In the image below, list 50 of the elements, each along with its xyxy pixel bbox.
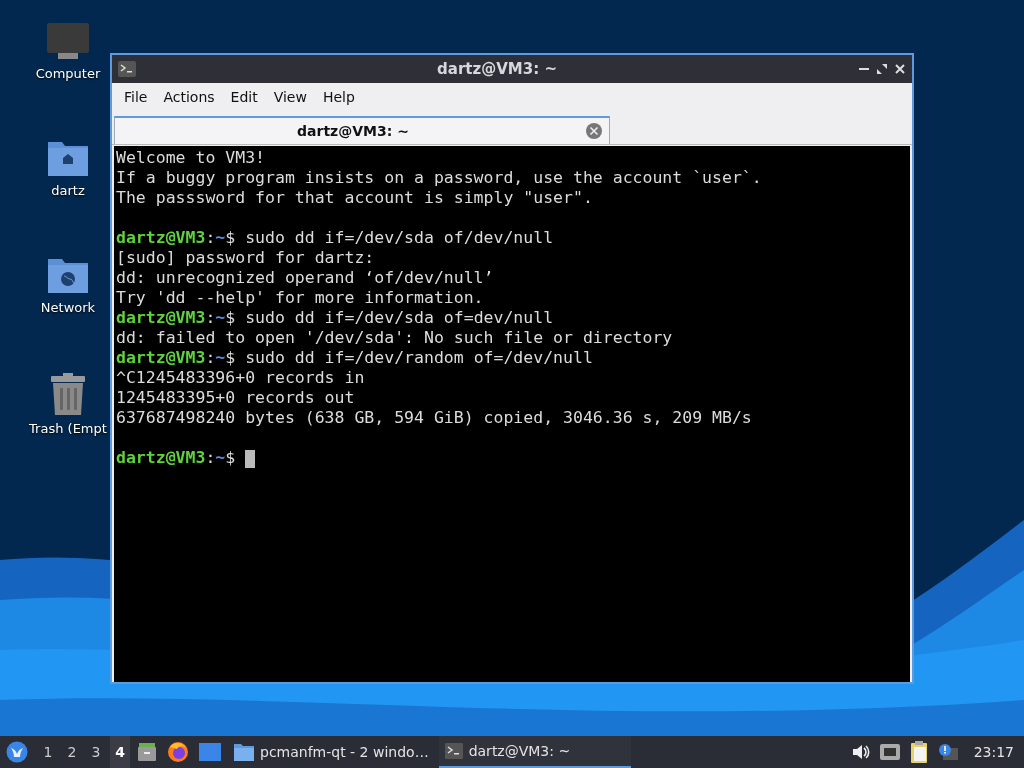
monitor-icon bbox=[46, 22, 90, 60]
trash-icon bbox=[50, 373, 86, 415]
close-icon[interactable] bbox=[894, 63, 906, 75]
desktop-icon-label[interactable]: Trash (Empt bbox=[29, 421, 107, 436]
menu-item[interactable]: Actions bbox=[155, 89, 223, 105]
terminal-line: dartz@VM3:~$ sudo dd if=/dev/sda of/dev/null bbox=[116, 228, 554, 247]
terminal-line: Welcome to VM3! bbox=[116, 148, 266, 168]
close-tab-icon[interactable] bbox=[585, 122, 603, 140]
file-cabinet-icon[interactable] bbox=[137, 742, 157, 762]
menu-item[interactable]: File bbox=[116, 89, 156, 105]
terminal-line: ^C1245483396+0 records in bbox=[116, 368, 366, 388]
folder-icon bbox=[234, 743, 254, 761]
network-folder-icon bbox=[47, 256, 89, 294]
terminal-line: dartz@VM3:~$ sudo dd if=/dev/sda of=dev/null bbox=[116, 308, 554, 327]
workspace-button[interactable]: 4 bbox=[110, 736, 130, 768]
workspace-button[interactable]: 2 bbox=[62, 736, 82, 768]
terminal-line: dartz@VM3:~$ sudo dd if=/dev/random of=/dev/null bbox=[116, 348, 593, 367]
taskbar-task-button[interactable]: dartz@VM3: ~ bbox=[438, 736, 631, 768]
desktop-icon-label[interactable]: dartz bbox=[51, 183, 85, 198]
terminal-line: dd: unrecognized operand ‘of/dev/null’ bbox=[116, 268, 495, 288]
desktop-icon-label[interactable]: Network bbox=[40, 300, 96, 315]
terminal-tab[interactable]: dartz@VM3: ~ bbox=[114, 116, 610, 144]
clock[interactable]: 23:17 bbox=[973, 744, 1014, 760]
terminal-line: If a buggy program insists on a password, use the account `user`. bbox=[116, 168, 763, 188]
terminal-icon bbox=[118, 61, 136, 77]
terminal-line: Try 'dd --help' for more information. bbox=[116, 288, 485, 308]
home-folder-icon bbox=[47, 139, 89, 177]
window-title: dartz@VM3: ~ bbox=[436, 60, 558, 78]
terminal-line: dd: failed to open '/dev/sda': No such file or directory bbox=[116, 328, 674, 348]
terminal-line: 1245483395+0 records out bbox=[116, 388, 356, 408]
ethernet-icon[interactable] bbox=[879, 744, 900, 760]
terminal-icon bbox=[444, 743, 463, 759]
menu-item[interactable]: Help bbox=[314, 89, 363, 105]
menu-item[interactable]: Edit bbox=[222, 89, 266, 105]
notification-icon[interactable] bbox=[937, 743, 958, 761]
menu-item[interactable]: View bbox=[265, 89, 315, 105]
speaker-icon[interactable] bbox=[851, 744, 870, 760]
clipboard-icon[interactable] bbox=[909, 741, 928, 763]
terminal-line: 637687498240 bytes (638 GB, 594 GiB) copied, 3046.36 s, 209 MB/s bbox=[116, 408, 753, 428]
desktop-icon-label[interactable]: Computer bbox=[35, 66, 101, 81]
terminal-line: The passsword for that account is simply "user". bbox=[116, 188, 594, 208]
terminal-area[interactable] bbox=[114, 146, 910, 682]
terminal-line: [sudo] password for dartz: bbox=[116, 248, 376, 268]
workspace-button[interactable]: 1 bbox=[38, 736, 58, 768]
start-menu-icon[interactable] bbox=[6, 741, 28, 763]
taskbar-task-button[interactable]: pcmanfm-qt - 2 windo… bbox=[228, 736, 435, 768]
browser-icon[interactable] bbox=[167, 741, 189, 763]
workspace-button[interactable]: 3 bbox=[86, 736, 106, 768]
maximize-icon[interactable] bbox=[876, 63, 888, 75]
terminal-line: dartz@VM3:~$ bbox=[116, 448, 236, 467]
